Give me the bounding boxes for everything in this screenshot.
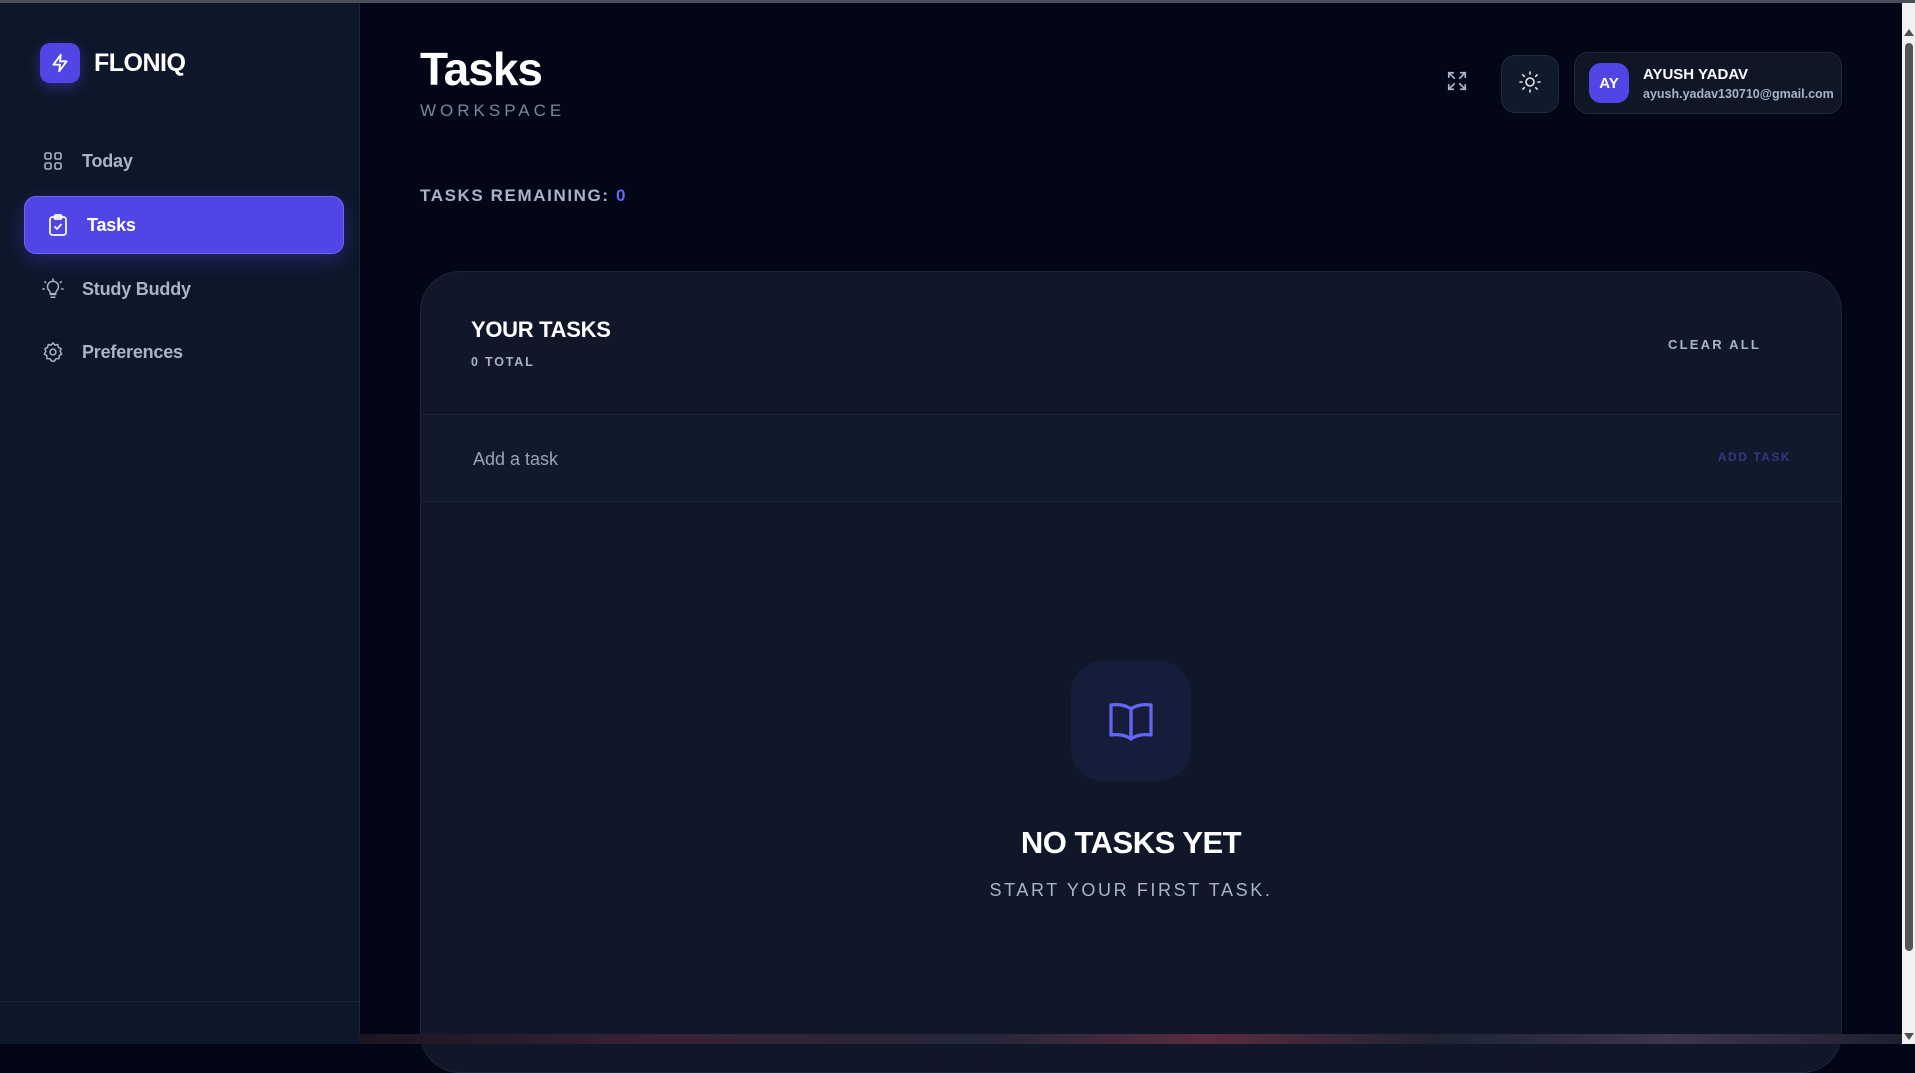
brand[interactable]: FLONIQ [40, 43, 186, 83]
tasks-remaining-count: 0 [615, 186, 628, 205]
theme-toggle-button[interactable] [1501, 55, 1559, 113]
book-icon [1071, 661, 1191, 781]
page-subtitle: WORKSPACE [420, 101, 566, 120]
sidebar-nav: Today Tasks Study Buddy Preferences [24, 133, 344, 387]
lightning-bolt-icon [40, 43, 80, 83]
background-image-strip [359, 1034, 1902, 1044]
expand-icon [1446, 70, 1468, 97]
sidebar-item-label: Today [82, 150, 133, 171]
add-task-row: ADD TASK [421, 414, 1841, 502]
scroll-down-arrow-icon[interactable] [1904, 1033, 1914, 1040]
sidebar-divider [0, 1001, 359, 1002]
user-info: AYUSH YADAV ayush.yadav130710@gmail.com [1643, 66, 1834, 101]
task-input[interactable] [471, 441, 1575, 477]
tasks-panel-header: YOUR TASKS 0 TOTAL [471, 317, 611, 369]
lightbulb-icon [42, 278, 64, 300]
tasks-panel-title: YOUR TASKS [471, 317, 611, 342]
brand-name: FLONIQ [94, 48, 186, 77]
empty-state-subtitle: START YOUR FIRST TASK. [989, 880, 1273, 900]
user-name: AYUSH YADAV [1643, 65, 1749, 83]
sidebar-item-label: Tasks [87, 214, 136, 235]
scrollbar-thumb[interactable] [1905, 43, 1913, 951]
user-email: ayush.yadav130710@gmail.com [1643, 86, 1834, 101]
sidebar-item-preferences[interactable]: Preferences [24, 324, 344, 380]
sun-icon [1518, 70, 1542, 99]
sidebar-item-today[interactable]: Today [24, 133, 344, 189]
user-profile-card[interactable]: AY AYUSH YADAV ayush.yadav130710@gmail.c… [1574, 52, 1842, 114]
grid-icon [42, 150, 64, 172]
page-title: Tasks [420, 43, 543, 95]
scrollbar[interactable] [1902, 3, 1915, 1044]
tasks-remaining: TASKS REMAINING: 0 [420, 186, 627, 206]
sidebar-item-label: Preferences [82, 341, 183, 362]
sidebar: FLONIQ Today Tasks Study Buddy Preferenc… [0, 3, 360, 1044]
clipboard-check-icon [47, 214, 69, 236]
gear-icon [42, 341, 64, 363]
clear-all-button[interactable]: CLEAR ALL [1668, 337, 1761, 352]
fullscreen-button[interactable] [1442, 68, 1472, 98]
scroll-up-arrow-icon[interactable] [1904, 29, 1914, 36]
tasks-panel: YOUR TASKS 0 TOTAL CLEAR ALL ADD TASK NO… [420, 271, 1842, 1073]
avatar: AY [1589, 63, 1629, 103]
add-task-button[interactable]: ADD TASK [1718, 450, 1791, 464]
sidebar-item-study-buddy[interactable]: Study Buddy [24, 261, 344, 317]
empty-state-title: NO TASKS YET [1020, 825, 1242, 860]
tasks-remaining-label: TASKS REMAINING: [420, 186, 610, 205]
sidebar-item-tasks[interactable]: Tasks [24, 196, 344, 254]
tasks-total: 0 TOTAL [471, 355, 535, 369]
sidebar-item-label: Study Buddy [82, 278, 191, 299]
